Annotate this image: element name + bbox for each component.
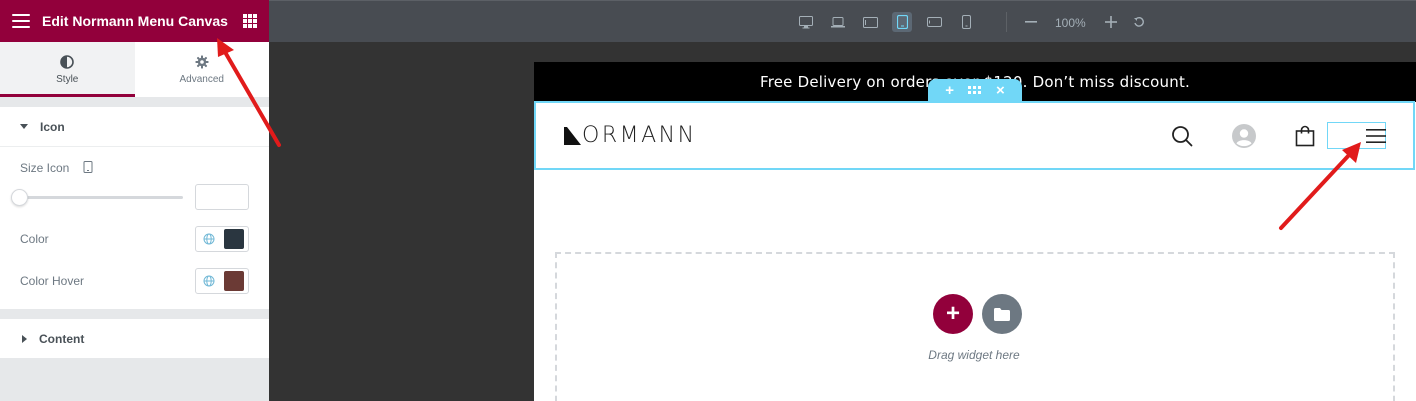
reset-zoom-icon[interactable] [1129, 12, 1149, 32]
device-mobile-icon[interactable] [956, 12, 976, 32]
panel-title: Edit Normann Menu Canvas [42, 13, 228, 29]
folder-icon [994, 307, 1010, 321]
content-section-toggle[interactable]: Content [0, 319, 269, 359]
add-section-icon[interactable]: + [945, 82, 954, 99]
menu-icon[interactable] [12, 14, 30, 28]
responsive-toolbar: 100% [269, 0, 1416, 42]
logo-text: ORMANN [582, 123, 697, 148]
drag-widget-hint: Drag widget here [928, 348, 1020, 362]
color-picker[interactable] [195, 226, 249, 252]
widget-drop-zone[interactable] [555, 252, 1395, 401]
color-hover-picker[interactable] [195, 268, 249, 294]
half-circle-icon [60, 54, 75, 69]
zoom-level: 100% [1055, 16, 1086, 30]
widgets-grid-icon[interactable] [243, 14, 257, 28]
device-mobile-landscape-icon[interactable] [924, 12, 944, 32]
responsive-tablet-icon[interactable] [83, 161, 93, 173]
template-library-button[interactable] [982, 294, 1022, 334]
icon-section-toggle[interactable]: Icon [0, 107, 269, 147]
hamburger-menu-icon[interactable] [1364, 124, 1388, 148]
editor-panel: Edit Normann Menu Canvas Style Advanced … [0, 0, 269, 401]
delete-section-icon[interactable]: × [996, 82, 1005, 99]
global-colors-hover-icon[interactable] [196, 275, 222, 287]
section-handle[interactable]: + × [928, 79, 1022, 101]
gear-icon [195, 55, 209, 68]
search-icon[interactable] [1170, 124, 1194, 148]
zoom-in-icon[interactable] [1101, 12, 1121, 32]
editor-root: Edit Normann Menu Canvas Style Advanced … [0, 0, 1416, 401]
shopping-bag-icon[interactable] [1293, 124, 1317, 148]
color-label: Color [20, 232, 49, 246]
tab-style[interactable]: Style [0, 42, 135, 97]
toolbar-separator [1006, 12, 1007, 32]
device-laptop-icon[interactable] [828, 12, 848, 32]
size-icon-label-text: Size Icon [20, 161, 70, 175]
caret-down-icon [20, 124, 28, 129]
size-icon-input[interactable] [195, 184, 249, 210]
device-tablet-landscape-icon[interactable] [860, 12, 880, 32]
tab-advanced[interactable]: Advanced [135, 42, 270, 97]
tab-advanced-label: Advanced [179, 73, 224, 85]
tab-style-label: Style [56, 73, 79, 85]
color-hover-swatch[interactable] [224, 271, 244, 291]
panel-tabs: Style Advanced [0, 42, 269, 97]
site-logo[interactable]: ORMANN [564, 125, 697, 147]
user-avatar-icon[interactable] [1232, 124, 1256, 148]
device-desktop-icon[interactable] [796, 12, 816, 32]
zoom-out-icon[interactable] [1021, 12, 1041, 32]
device-tablet-icon[interactable] [892, 12, 912, 32]
content-section-title: Content [39, 332, 85, 346]
size-icon-slider-handle[interactable] [11, 189, 28, 206]
drag-section-icon[interactable] [968, 86, 982, 94]
add-widget-button[interactable]: + [933, 294, 973, 334]
size-icon-label: Size Icon [20, 161, 93, 175]
plus-icon: + [945, 300, 960, 327]
content-section: Content [0, 319, 269, 358]
caret-right-icon [22, 335, 27, 343]
panel-header: Edit Normann Menu Canvas [0, 0, 269, 42]
color-hover-label: Color Hover [20, 274, 85, 288]
icon-section-title: Icon [40, 119, 65, 134]
logo-mark-icon [564, 127, 581, 145]
size-icon-slider-track[interactable] [20, 196, 183, 199]
color-swatch[interactable] [224, 229, 244, 249]
global-colors-icon[interactable] [196, 233, 222, 245]
